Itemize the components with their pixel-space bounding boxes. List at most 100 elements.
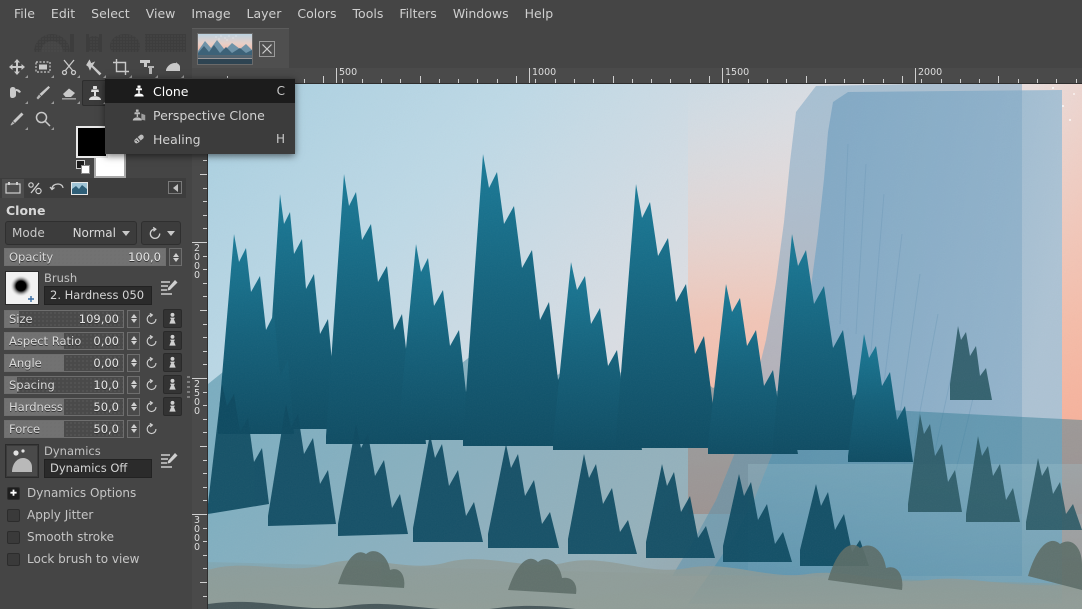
link-to-brush-button[interactable] <box>163 353 182 372</box>
gimp-window: File Edit Select View Image Layer Colors Tools F… <box>0 0 1082 609</box>
ruler-minor-tick <box>728 79 729 83</box>
link-to-brush-button[interactable] <box>163 375 182 394</box>
rectangle-select-tool[interactable] <box>30 54 56 80</box>
color-picker-tool[interactable] <box>4 106 30 132</box>
link-to-brush-button[interactable] <box>163 397 182 416</box>
brush-value[interactable]: 2. Hardness 050 <box>44 285 152 305</box>
option-row-lock-brush-to-view[interactable]: Lock brush to view <box>0 548 186 570</box>
menu-colors[interactable]: Colors <box>289 3 344 24</box>
spacing-slider[interactable]: Spacing 10,0 <box>4 375 124 394</box>
force-slider[interactable]: Force 50,0 <box>4 419 124 438</box>
link-to-brush-button[interactable] <box>163 309 182 328</box>
menu-help[interactable]: Help <box>517 3 562 24</box>
aspect-ratio-slider[interactable]: Aspect Ratio 0,00 <box>4 331 124 350</box>
option-label: Smooth stroke <box>27 530 114 544</box>
menu-edit[interactable]: Edit <box>43 3 83 24</box>
dynamics-value[interactable]: Dynamics Off <box>44 458 152 478</box>
scissors-select-tool[interactable] <box>56 54 82 80</box>
slider-label: Spacing <box>9 377 55 392</box>
ruler-minor-tick <box>203 568 207 569</box>
popup-item-clone[interactable]: Clone C <box>105 79 295 103</box>
dock-menu-button[interactable] <box>168 181 182 194</box>
reset-icon[interactable] <box>143 310 160 328</box>
menubar: File Edit Select View Image Layer Colors Tools F… <box>0 0 1082 26</box>
reset-icon[interactable] <box>143 332 160 350</box>
ruler-label: 2500 <box>194 379 201 417</box>
ruler-minor-tick <box>203 487 207 488</box>
menu-windows[interactable]: Windows <box>445 3 517 24</box>
opacity-slider[interactable]: Opacity 100,0 <box>4 248 166 266</box>
ruler-minor-tick <box>786 79 787 83</box>
checkbox[interactable] <box>7 552 20 566</box>
close-icon[interactable] <box>259 40 275 57</box>
brush-preview[interactable] <box>5 271 39 305</box>
eraser-tool[interactable] <box>56 80 82 106</box>
opacity-row: Opacity 100,0 <box>0 248 186 266</box>
ruler-minor-tick <box>203 541 207 542</box>
dynamics-caption: Dynamics <box>44 443 101 458</box>
reset-icon[interactable] <box>143 398 160 416</box>
horizontal-ruler[interactable]: 5001000150020002500 <box>192 68 1082 84</box>
undo-history-tab[interactable] <box>46 179 68 198</box>
popup-item-perspective-clone[interactable]: Perspective Clone <box>105 103 295 127</box>
device-status-tab[interactable] <box>24 179 46 198</box>
size-stepper[interactable] <box>127 309 140 328</box>
popup-item-healing[interactable]: Healing H <box>105 127 295 151</box>
link-to-brush-button[interactable] <box>163 331 182 350</box>
opacity-stepper[interactable] <box>169 248 182 266</box>
option-row-apply-jitter[interactable]: Apply Jitter <box>0 504 186 526</box>
zoom-tool[interactable] <box>30 106 56 132</box>
aspect-ratio-stepper[interactable] <box>127 331 140 350</box>
mode-dropdown[interactable]: Mode Normal <box>5 221 137 245</box>
option-label: Apply Jitter <box>27 508 94 522</box>
ruler-minor-tick <box>203 392 207 393</box>
menu-view[interactable]: View <box>138 3 184 24</box>
menu-file[interactable]: File <box>6 3 43 24</box>
size-slider[interactable]: Size 109,00 <box>4 309 124 328</box>
ruler-minor-tick <box>477 79 478 83</box>
menu-select[interactable]: Select <box>83 3 138 24</box>
expander-icon[interactable] <box>7 486 20 500</box>
image-canvas[interactable] <box>208 84 1082 609</box>
spacing-stepper[interactable] <box>127 375 140 394</box>
divider-grip[interactable] <box>187 376 190 398</box>
images-tab[interactable] <box>68 179 90 198</box>
reset-mode-button[interactable] <box>141 221 181 245</box>
vertical-ruler[interactable]: 1500200025003000 <box>192 84 208 609</box>
reset-icon[interactable] <box>143 376 160 394</box>
ruler-minor-tick <box>203 269 207 270</box>
reset-icon[interactable] <box>143 354 160 372</box>
image-tab[interactable] <box>192 28 289 68</box>
brush-caption: Brush <box>44 270 78 285</box>
option-row-smooth-stroke[interactable]: Smooth stroke <box>0 526 186 548</box>
fuzzy-select-tool[interactable] <box>82 54 108 80</box>
menu-image[interactable]: Image <box>183 3 238 24</box>
hardness-stepper[interactable] <box>127 397 140 416</box>
ruler-minor-tick <box>555 79 556 83</box>
tool-options-tab[interactable] <box>2 178 24 198</box>
option-row-dynamics-options[interactable]: Dynamics Options <box>0 482 186 504</box>
hardness-slider[interactable]: Hardness 50,0 <box>4 397 124 416</box>
checkbox[interactable] <box>7 508 20 522</box>
slider-label: Size <box>9 311 33 326</box>
menu-layer[interactable]: Layer <box>239 3 290 24</box>
checkbox[interactable] <box>7 530 20 544</box>
menu-filters[interactable]: Filters <box>391 3 444 24</box>
edit-brush-icon[interactable] <box>157 276 181 300</box>
foreground-color-swatch[interactable] <box>76 126 108 158</box>
force-stepper[interactable] <box>127 419 140 438</box>
menu-tools[interactable]: Tools <box>345 3 392 24</box>
dynamics-preview[interactable] <box>5 444 39 478</box>
bucket-fill-tool[interactable] <box>160 54 186 80</box>
reset-icon[interactable] <box>143 420 160 438</box>
crop-tool[interactable] <box>108 54 134 80</box>
ruler-minor-tick <box>203 337 207 338</box>
unified-transform-tool[interactable] <box>134 54 160 80</box>
edit-dynamics-icon[interactable] <box>157 449 181 473</box>
move-tool[interactable] <box>4 54 30 80</box>
smudge-tool[interactable] <box>4 80 30 106</box>
angle-stepper[interactable] <box>127 353 140 372</box>
paintbrush-tool[interactable] <box>30 80 56 106</box>
angle-slider[interactable]: Angle 0,00 <box>4 353 124 372</box>
reset-colors-icon[interactable] <box>76 160 92 176</box>
